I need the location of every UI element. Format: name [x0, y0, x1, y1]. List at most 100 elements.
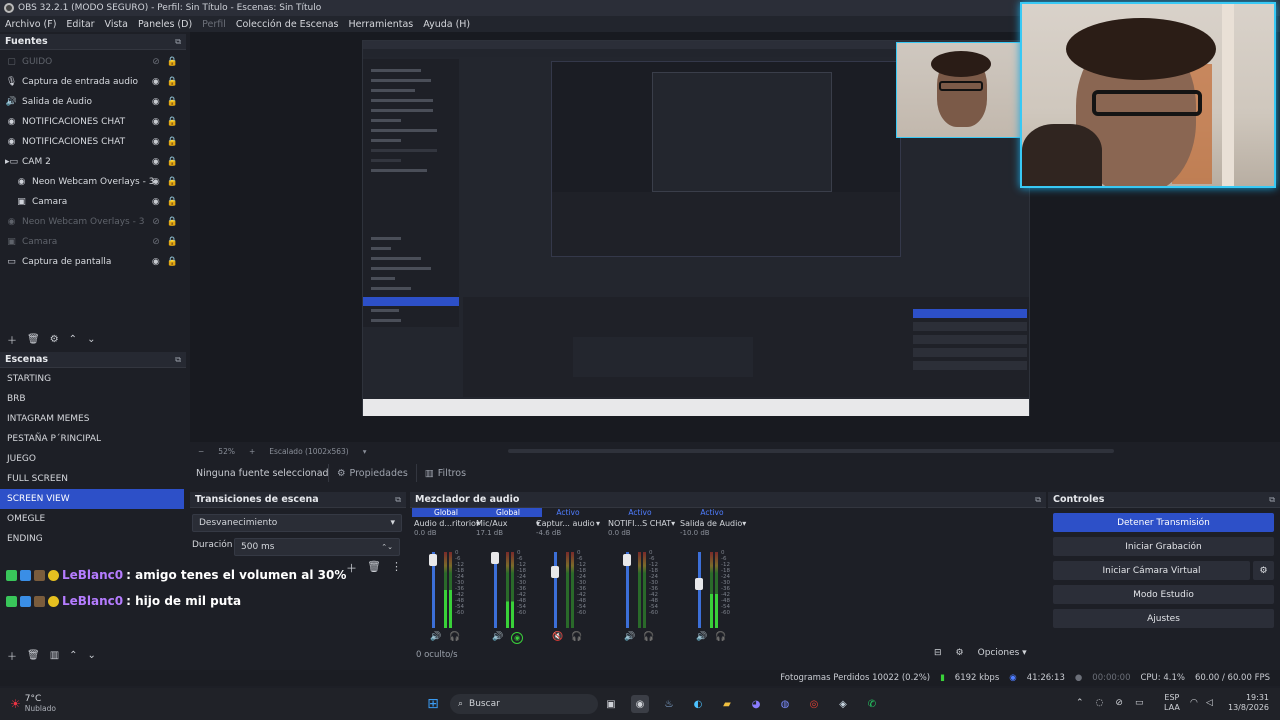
strip-name[interactable]: NOTIFI...S CHAT ▾ — [606, 517, 675, 529]
scene-item[interactable]: FULL SCREEN — [0, 469, 186, 489]
strip-name[interactable]: Audio d...ritorio ▾ — [412, 517, 480, 529]
eye-icon[interactable]: ◉ — [152, 117, 160, 127]
studio-mode-button[interactable]: Modo Estudio — [1053, 585, 1274, 604]
clock[interactable]: 19:31 13/8/2026 — [1228, 693, 1269, 713]
tray-app-icon[interactable]: ◌ — [1096, 698, 1104, 708]
menu-profile[interactable]: Perfil — [197, 19, 231, 30]
chevron-down-icon[interactable]: ▾ — [671, 519, 675, 528]
fader-handle[interactable] — [623, 554, 631, 566]
folder-icon[interactable]: ▰ — [718, 695, 736, 713]
undock-icon[interactable]: ⧉ — [175, 37, 181, 47]
advanced-audio-icon[interactable]: ⚙ — [956, 648, 964, 658]
discord-icon[interactable]: ◕ — [747, 695, 765, 713]
eye-icon[interactable]: ◉ — [152, 257, 160, 267]
eye-hidden-icon[interactable]: ⊘ — [152, 57, 160, 67]
tray-app-icon[interactable]: ⊘ — [1115, 698, 1123, 708]
add-scene-icon[interactable]: ＋ — [7, 648, 17, 663]
scene-item[interactable]: SCREEN VIEW — [0, 489, 184, 509]
scene-item[interactable]: BRB — [0, 389, 186, 409]
volume-icon[interactable]: 🔊 — [492, 632, 503, 644]
fader-handle[interactable] — [695, 578, 703, 590]
lock-icon[interactable]: 🔒 — [167, 157, 178, 167]
taskbar-search[interactable]: ⌕ Buscar — [450, 694, 598, 714]
remove-source-icon[interactable]: 🗑 — [27, 334, 40, 345]
scene-item[interactable]: PESTAÑA P´RINCIPAL — [0, 429, 186, 449]
transition-select[interactable]: Desvanecimiento ▾ — [192, 514, 402, 532]
eye-icon[interactable]: ◉ — [152, 137, 160, 147]
eye-icon[interactable]: ◉ — [152, 197, 160, 207]
tray-app-icon[interactable]: ▭ — [1135, 698, 1144, 708]
task-view-icon[interactable]: ▣ — [602, 695, 620, 713]
lock-icon[interactable]: 🔒 — [167, 77, 178, 87]
remove-transition-icon[interactable]: 🗑 — [367, 560, 381, 576]
undock-icon[interactable]: ⧉ — [1269, 495, 1275, 505]
eye-icon[interactable]: ◉ — [152, 177, 160, 187]
start-button[interactable]: ⊞ — [424, 695, 442, 713]
source-item[interactable]: 🔊 Salida de Audio ◉ 🔒 — [0, 92, 186, 112]
volume-icon[interactable]: 🔊 — [430, 632, 441, 642]
add-source-icon[interactable]: ＋ — [7, 332, 17, 347]
monitor-icon[interactable]: 🎧 — [715, 632, 726, 642]
source-item[interactable]: ▢ GUIDO ⊘ 🔒 — [0, 52, 186, 72]
filters-button[interactable]: ▥ Filtros — [415, 464, 474, 482]
scene-item[interactable]: OMEGLE — [0, 509, 186, 529]
eye-icon[interactable]: ◉ — [152, 97, 160, 107]
fader-handle[interactable] — [491, 552, 499, 564]
scene-item[interactable]: STARTING — [0, 369, 186, 389]
lock-icon[interactable]: 🔒 — [167, 97, 178, 107]
source-item[interactable]: ◉ Neon Webcam Overlays - 3 ◉ 🔒 — [0, 172, 186, 192]
undock-icon[interactable]: ⧉ — [175, 355, 181, 365]
menu-file[interactable]: Archivo (F) — [0, 19, 61, 30]
stop-stream-button[interactable]: Detener Transmisión — [1053, 513, 1274, 532]
settings-button[interactable]: Ajustes — [1053, 609, 1274, 628]
zoom-in-icon[interactable]: + — [249, 447, 255, 456]
volume-icon[interactable]: 🔊 — [696, 632, 707, 642]
scene-item[interactable]: INTAGRAM MEMES — [0, 409, 186, 429]
lock-icon[interactable]: 🔒 — [167, 177, 178, 187]
tray-status[interactable]: ◠ ◁ — [1190, 698, 1213, 708]
lock-icon[interactable]: 🔒 — [167, 57, 178, 67]
chevron-down-icon[interactable]: ▾ — [742, 519, 746, 528]
lock-icon[interactable]: 🔒 — [167, 137, 178, 147]
strip-name[interactable]: Captur... audio ▾ — [534, 517, 602, 529]
scene-item[interactable]: JUEGO — [0, 449, 186, 469]
weather-widget[interactable]: ☀ 7°C Nublado — [10, 694, 56, 714]
lock-icon[interactable]: 🔒 — [167, 257, 178, 267]
source-item[interactable]: ▣ Camara ⊘ 🔒 — [0, 232, 186, 252]
start-recording-button[interactable]: Iniciar Grabación — [1053, 537, 1274, 556]
mixer-options-button[interactable]: Opciones ▾ — [978, 648, 1027, 658]
fader-handle[interactable] — [551, 566, 559, 578]
input-language[interactable]: ESP LAA — [1164, 693, 1180, 713]
zoom-out-icon[interactable]: − — [198, 447, 204, 456]
scene-item[interactable]: ENDING — [0, 529, 186, 549]
menu-view[interactable]: Vista — [100, 19, 133, 30]
volume-fader[interactable] — [698, 552, 701, 628]
menu-scene-collection[interactable]: Colección de Escenas — [231, 19, 344, 30]
eye-icon[interactable]: ◉ — [152, 77, 160, 87]
monitor-icon[interactable]: 🎧 — [643, 632, 654, 642]
eye-icon[interactable]: ◉ — [152, 157, 160, 167]
properties-button[interactable]: ⚙ Propiedades — [328, 464, 416, 482]
monitor-icon[interactable]: ◉ — [511, 632, 524, 644]
source-item[interactable]: ▸▭ CAM 2 ◉ 🔒 — [0, 152, 186, 172]
menu-help[interactable]: Ayuda (H) — [418, 19, 475, 30]
source-item[interactable]: ◉ NOTIFICACIONES CHAT ◉ 🔒 — [0, 132, 186, 152]
chrome-icon[interactable]: ◎ — [805, 695, 823, 713]
menu-tools[interactable]: Herramientas — [344, 19, 419, 30]
move-down-icon[interactable]: ⌄ — [88, 650, 96, 661]
obs-app-icon[interactable]: ◉ — [631, 695, 649, 713]
virtual-camera-button[interactable]: Iniciar Cámara Virtual — [1053, 561, 1250, 580]
strip-name[interactable]: Mic/Aux ▾ — [474, 517, 542, 529]
move-up-icon[interactable]: ⌃ — [69, 334, 77, 345]
lock-icon[interactable]: 🔒 — [167, 217, 178, 227]
scale-dropdown-icon[interactable]: ▾ — [363, 447, 367, 456]
strip-name[interactable]: Salida de Audio ▾ — [678, 517, 746, 529]
chevron-down-icon[interactable]: ▾ — [596, 519, 600, 528]
lock-icon[interactable]: 🔒 — [167, 237, 178, 247]
undock-icon[interactable]: ⧉ — [1035, 495, 1041, 505]
duration-spinner[interactable]: 500 ms ⌃⌄ — [234, 538, 400, 556]
edge-icon[interactable]: ◐ — [689, 695, 707, 713]
move-down-icon[interactable]: ⌄ — [87, 334, 95, 345]
monitor-icon[interactable]: 🎧 — [449, 632, 460, 642]
source-item[interactable]: ▣ Camara ◉ 🔒 — [0, 192, 186, 212]
